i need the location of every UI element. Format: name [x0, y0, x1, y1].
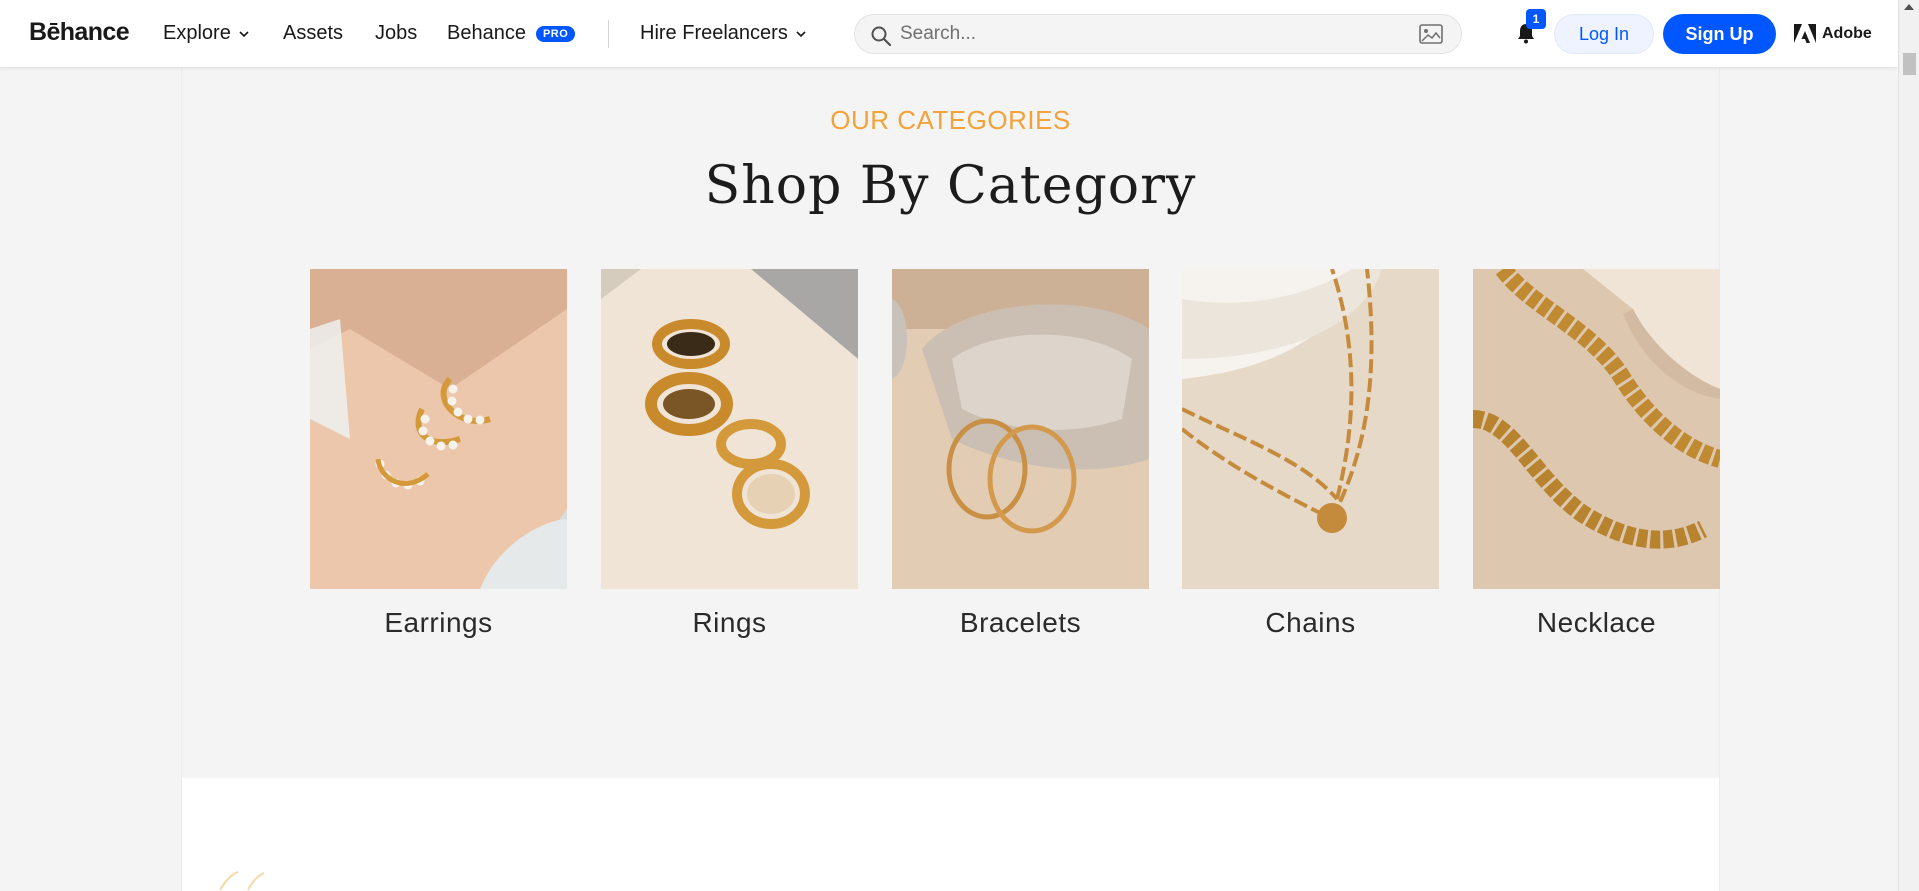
category-label: Chains — [1265, 607, 1356, 638]
category-card-earrings[interactable]: Earrings — [310, 269, 567, 639]
category-card-chains[interactable]: Chains — [1182, 269, 1439, 639]
nav-assets-label: Assets — [283, 22, 344, 44]
search-input[interactable] — [900, 15, 1400, 53]
chevron-down-icon — [239, 30, 249, 37]
decorative-stroke-icon — [219, 871, 265, 891]
category-label: Bracelets — [959, 607, 1082, 638]
page-scrollbar[interactable] — [1898, 0, 1919, 891]
signup-button[interactable]: Sign Up — [1663, 14, 1776, 54]
section-title: Shop By Category — [704, 156, 1197, 216]
section-eyebrow: OUR CATEGORIES — [830, 105, 1071, 135]
category-label: Rings — [692, 607, 767, 638]
category-label: Necklace — [1536, 607, 1657, 638]
gold-bangles-photo — [892, 269, 1149, 589]
scroll-thumb[interactable] — [1903, 53, 1916, 75]
rope-chain-photo — [1473, 269, 1720, 589]
nav-behance-label: Behance — [447, 22, 526, 44]
top-navigation-bar: Bēhance Explore Assets Jobs Behance PRO … — [0, 0, 1898, 68]
adobe-logo-icon — [1794, 24, 1816, 43]
nav-explore-label: Explore — [163, 22, 231, 44]
next-section — [181, 778, 1720, 891]
nav-behance-pro[interactable]: Behance PRO — [447, 22, 576, 45]
nav-explore[interactable]: Explore — [163, 22, 249, 45]
category-label: Earrings — [384, 607, 493, 638]
behance-logo[interactable]: Bēhance — [29, 18, 130, 47]
adobe-label: Adobe — [1822, 24, 1872, 42]
nav-jobs-label: Jobs — [375, 22, 418, 44]
stacked-gold-rings-photo — [601, 269, 858, 589]
notification-count-badge: 1 — [1526, 9, 1546, 29]
search-bar — [854, 14, 1462, 54]
nav-hire-label: Hire Freelancers — [640, 22, 788, 44]
nav-hire-freelancers[interactable]: Hire Freelancers — [640, 22, 806, 45]
scroll-up-arrow-icon[interactable] — [1904, 4, 1914, 10]
search-icon — [871, 26, 892, 47]
chevron-down-icon — [796, 30, 806, 37]
pro-badge: PRO — [535, 25, 576, 42]
image-search-icon[interactable] — [1419, 24, 1443, 44]
category-card-necklace[interactable]: Necklace — [1473, 269, 1720, 639]
adobe-link[interactable]: Adobe — [1794, 24, 1872, 43]
nav-divider — [608, 20, 609, 48]
category-card-rings[interactable]: Rings — [601, 269, 858, 639]
paperclip-chain-photo — [1182, 269, 1439, 589]
nav-assets[interactable]: Assets — [283, 22, 343, 45]
login-button[interactable]: Log In — [1554, 14, 1654, 54]
pearl-hoop-earrings-photo — [310, 269, 567, 589]
category-card-bracelets[interactable]: Bracelets — [892, 269, 1149, 639]
category-section: OUR CATEGORIES Shop By Category Earrings… — [181, 68, 1720, 778]
nav-jobs[interactable]: Jobs — [375, 22, 417, 45]
